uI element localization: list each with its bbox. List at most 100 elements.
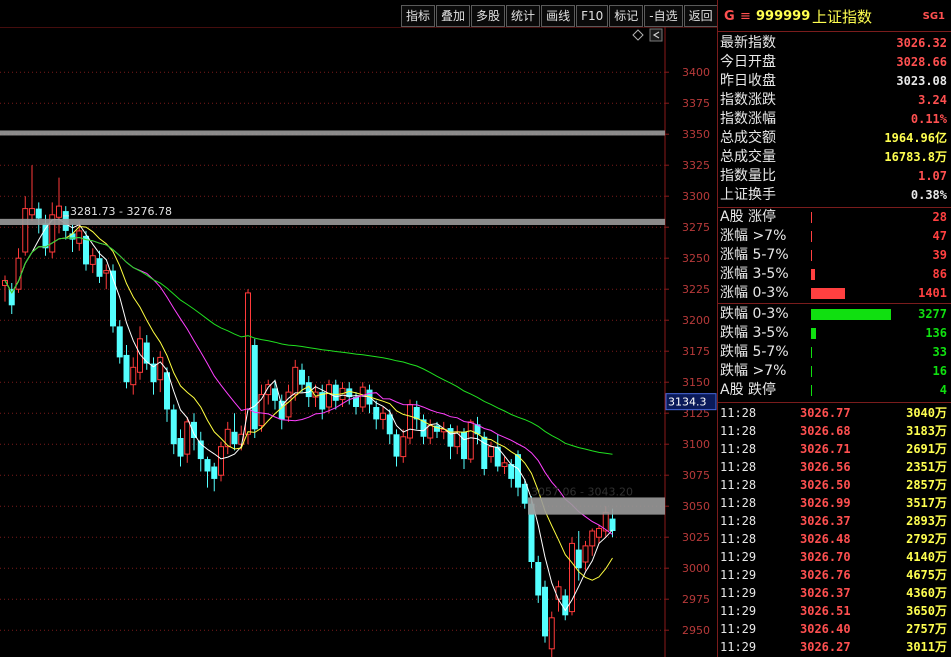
- price-band: [0, 130, 665, 136]
- dist-bar: [811, 385, 812, 396]
- candle-body-down: [143, 342, 150, 364]
- y-tick-label: 3175: [682, 345, 710, 358]
- toolbar-button[interactable]: 返回: [683, 5, 718, 27]
- candle-body-down: [123, 354, 130, 383]
- toolbar-button[interactable]: 叠加: [436, 5, 471, 27]
- scroll-box-icon[interactable]: [649, 28, 663, 42]
- toolbar-button[interactable]: F10: [576, 5, 609, 27]
- candle-body-up: [184, 421, 191, 455]
- dist-bar: [811, 328, 816, 339]
- index-tag: SG1: [922, 11, 945, 22]
- candle-body-down: [177, 438, 184, 457]
- tick-price: 3026.56: [800, 460, 851, 474]
- toolbar-button[interactable]: -自选: [644, 5, 683, 27]
- index-name: 上证指数: [812, 8, 873, 26]
- tick-time: 11:28: [720, 406, 757, 420]
- y-tick-label: 3100: [682, 438, 710, 451]
- tick-row: 11:28 3026.48 2792万: [718, 530, 951, 548]
- quote-value: 3023.08: [896, 74, 947, 88]
- candle-body-up: [380, 412, 386, 420]
- candle-body-up: [89, 255, 96, 265]
- candle-body-down: [535, 562, 542, 596]
- diamond-icon[interactable]: [632, 29, 644, 41]
- chart-canvas[interactable]: 3400 3375 3350 3325 3300 3275 3250 3225 3200 3175…: [0, 27, 718, 657]
- dist-bar: [811, 366, 812, 377]
- menu-equal-icon[interactable]: ≡: [740, 6, 751, 28]
- tick-time: 11:29: [720, 586, 757, 600]
- candle-body-down: [542, 586, 548, 637]
- tick-price: 3026.37: [800, 514, 851, 528]
- y-tick-label: 3150: [682, 376, 710, 389]
- candle-body-down: [609, 518, 616, 531]
- candle-body-up: [548, 617, 555, 650]
- quote-value: 1964.96亿: [884, 131, 947, 145]
- tick-time: 11:29: [720, 622, 757, 636]
- tick-price: 3026.40: [800, 622, 851, 636]
- toolbar-button[interactable]: 画线: [541, 5, 576, 27]
- tick-row: 11:29 3026.27 3011万: [718, 638, 951, 656]
- y-tick-label: 2950: [682, 624, 710, 637]
- dist-label: 跌幅 5-7%: [720, 344, 789, 360]
- dist-row: 涨幅 0-3% 1401: [718, 284, 951, 303]
- quote-row: 总成交量 16783.8万: [718, 148, 951, 167]
- candlestick-chart[interactable]: 3400 3375 3350 3325 3300 3275 3250 3225 3200 3175…: [0, 27, 718, 657]
- dist-bar: [811, 309, 891, 320]
- candle-body-down: [170, 409, 177, 445]
- dist-label: 跌幅 3-5%: [720, 325, 789, 341]
- dist-label: 涨幅 0-3%: [720, 285, 789, 301]
- tick-price: 3026.27: [800, 640, 851, 654]
- dist-label: 涨幅 >7%: [720, 228, 787, 244]
- dist-count: 1401: [918, 286, 947, 300]
- candle-body-up: [29, 208, 35, 216]
- y-tick-label: 3000: [682, 562, 710, 575]
- tick-volume: 3517万: [906, 496, 947, 510]
- dist-count: 136: [925, 326, 947, 340]
- candle-body-down: [116, 326, 123, 358]
- toolbar-button[interactable]: 统计: [506, 5, 541, 27]
- tick-volume: 3011万: [906, 640, 947, 654]
- quote-row: 指数涨跌 3.24: [718, 91, 951, 110]
- annotation-label: 3057.06 - 3043.20: [531, 485, 633, 498]
- dist-row: 跌幅 5-7% 33: [718, 343, 951, 362]
- y-tick-label: 3350: [682, 128, 710, 141]
- tick-volume: 2893万: [906, 514, 947, 528]
- candle-body-up: [285, 391, 292, 418]
- quote-value: 1.07: [918, 169, 947, 183]
- tick-time: 11:29: [720, 604, 757, 618]
- dist-row: 涨幅 3-5% 86: [718, 265, 951, 284]
- candle-body-up: [400, 436, 407, 458]
- candle-body-down: [373, 407, 380, 420]
- dist-label: 涨幅 5-7%: [720, 247, 789, 263]
- tick-row: 11:29 3026.37 4360万: [718, 584, 951, 602]
- candle-body-down: [299, 369, 305, 385]
- tick-row: 11:28 3026.50 2857万: [718, 476, 951, 494]
- candle-body-up: [130, 366, 137, 386]
- toolbar-button[interactable]: 多股: [471, 5, 506, 27]
- dist-row: 跌幅 >7% 16: [718, 362, 951, 381]
- candle-body-up: [589, 530, 596, 547]
- toolbar-button[interactable]: 指标: [401, 5, 436, 27]
- candle-body-up: [501, 462, 508, 468]
- tick-volume: 2691万: [906, 442, 947, 456]
- divider: [718, 303, 951, 304]
- tick-price: 3026.68: [800, 424, 851, 438]
- dist-count: 86: [932, 267, 947, 281]
- tick-volume: 2792万: [906, 532, 947, 546]
- tick-price: 3026.37: [800, 586, 851, 600]
- dist-count: 28: [932, 210, 947, 224]
- y-tick-label: 3400: [682, 66, 710, 79]
- tick-time: 11:28: [720, 424, 757, 438]
- quote-label: 指数涨跌: [720, 92, 776, 108]
- candle-body-up: [218, 446, 224, 476]
- tick-row: 11:28 3026.71 2691万: [718, 440, 951, 458]
- dist-bar: [811, 288, 845, 299]
- tick-volume: 4360万: [906, 586, 947, 600]
- dist-label: 跌幅 >7%: [720, 363, 787, 379]
- tick-volume: 3040万: [906, 406, 947, 420]
- tick-volume: 2351万: [906, 460, 947, 474]
- quote-row: 指数涨幅 0.11%: [718, 110, 951, 129]
- y-tick-label: 3050: [682, 500, 710, 513]
- toolbar-button[interactable]: 标记: [609, 5, 644, 27]
- quote-value: 3.24: [918, 93, 947, 107]
- tick-row: 11:28 3026.68 3183万: [718, 422, 951, 440]
